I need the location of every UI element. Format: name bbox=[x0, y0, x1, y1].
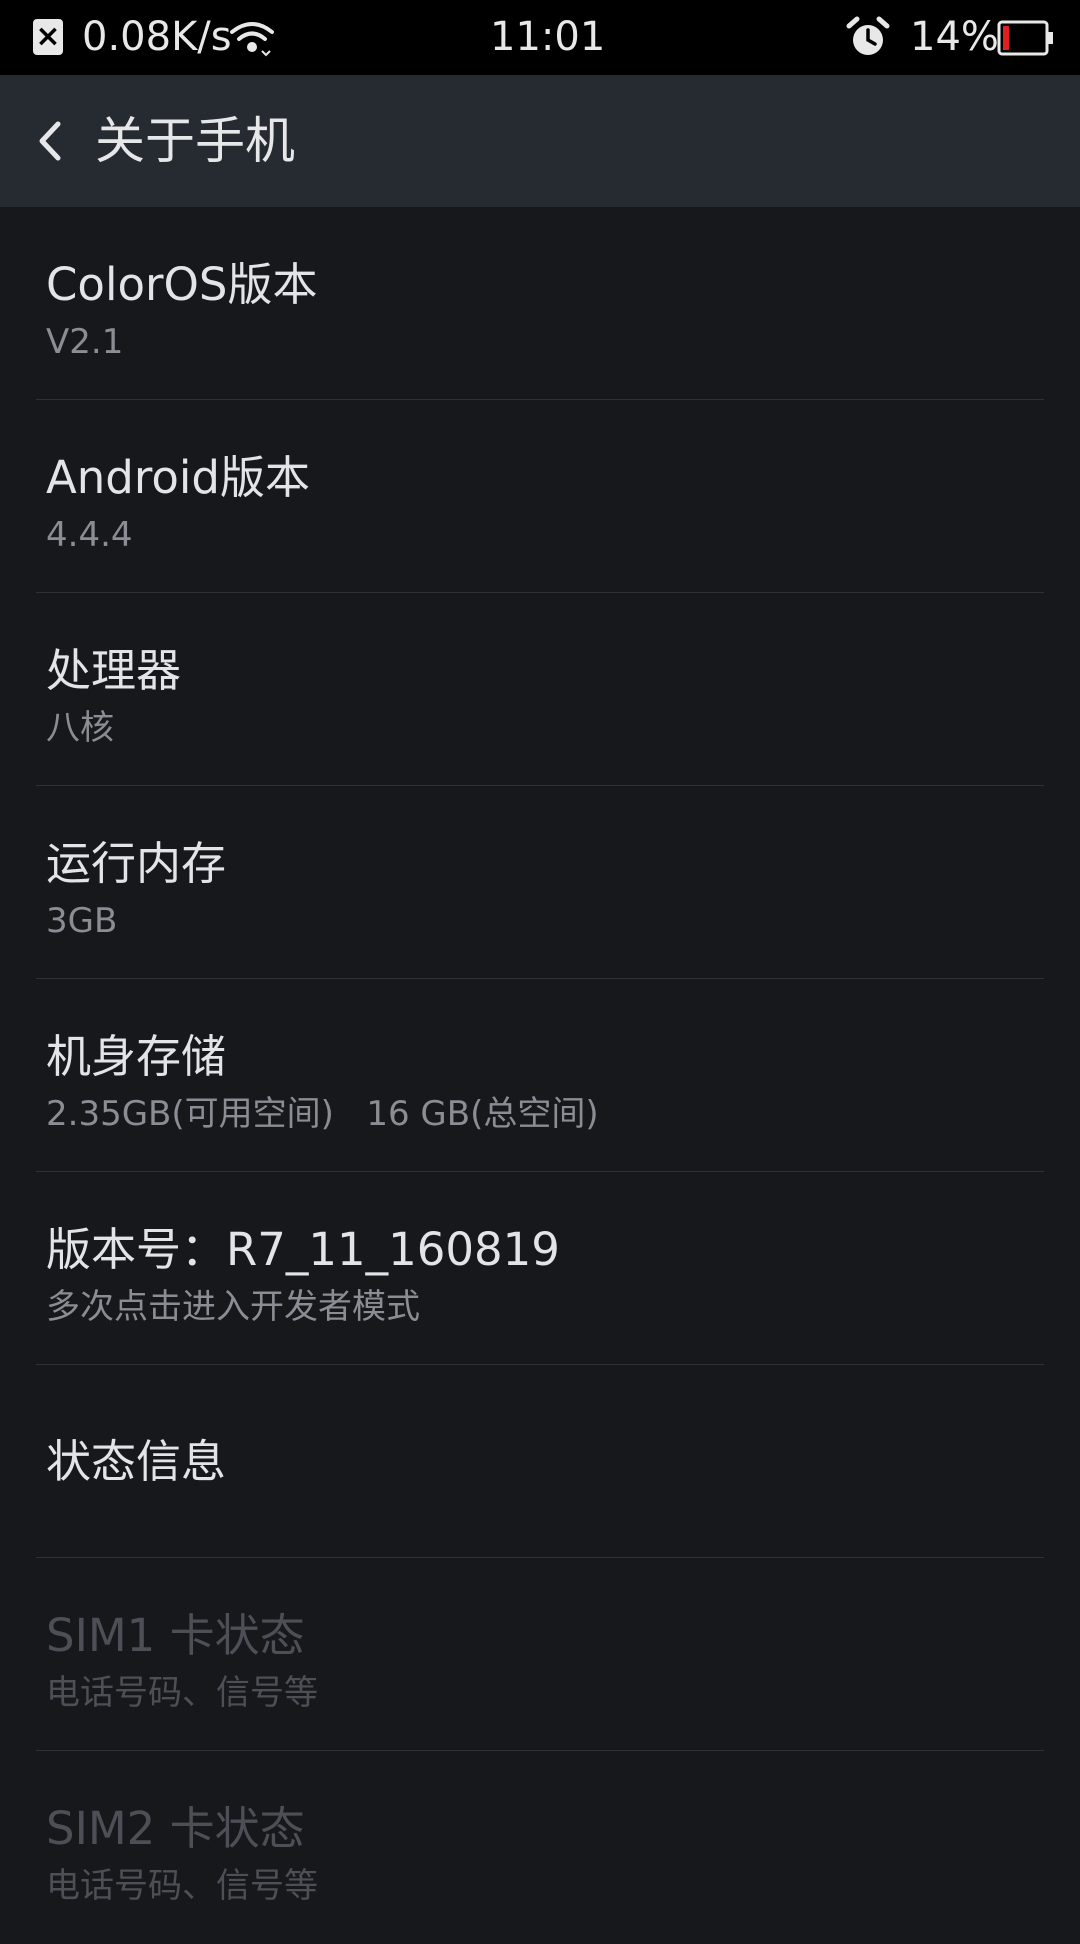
close-notification-icon: × bbox=[33, 19, 63, 55]
list-item-coloros-version[interactable]: ColorOS版本 V2.1 bbox=[0, 207, 1080, 400]
net-speed: 0.08K/s bbox=[82, 14, 232, 60]
item-title: 状态信息 bbox=[46, 1435, 227, 1488]
item-title: 机身存储 bbox=[46, 1030, 227, 1083]
item-title: ColorOS版本 bbox=[46, 258, 318, 311]
list-item-storage[interactable]: 机身存储 2.35GB(可用空间) 16 GB(总空间) bbox=[0, 979, 1080, 1172]
list-item-status-info[interactable]: 状态信息 bbox=[0, 1365, 1080, 1558]
item-subtitle: 八核 bbox=[46, 708, 114, 748]
battery-fill bbox=[1003, 26, 1009, 50]
item-title: 处理器 bbox=[46, 644, 182, 697]
alarm-icon bbox=[846, 16, 890, 55]
item-title: Android版本 bbox=[46, 451, 310, 504]
battery-icon bbox=[997, 20, 1053, 56]
back-button[interactable] bbox=[22, 105, 92, 177]
list-item-sim2-status[interactable]: SIM2 卡状态 电话号码、信号等 bbox=[0, 1751, 1080, 1944]
item-title: SIM1 卡状态 bbox=[46, 1609, 305, 1662]
item-subtitle: 3GB bbox=[46, 901, 118, 941]
item-subtitle: 电话号码、信号等 bbox=[46, 1673, 318, 1713]
item-title: 运行内存 bbox=[46, 837, 227, 890]
item-subtitle: 2.35GB(可用空间) 16 GB(总空间) bbox=[46, 1094, 599, 1134]
item-subtitle: 多次点击进入开发者模式 bbox=[46, 1287, 420, 1327]
list-item-build-number[interactable]: 版本号：R7_11_160819 多次点击进入开发者模式 bbox=[0, 1172, 1080, 1365]
battery-percent: 14% bbox=[910, 14, 999, 60]
chevron-left-icon bbox=[39, 121, 61, 161]
clock: 11:01 bbox=[490, 14, 606, 60]
app-bar: 关于手机 bbox=[0, 75, 1080, 207]
item-title: 版本号：R7_11_160819 bbox=[46, 1223, 560, 1276]
list-item-android-version[interactable]: Android版本 4.4.4 bbox=[0, 400, 1080, 593]
list-item-sim1-status[interactable]: SIM1 卡状态 电话号码、信号等 bbox=[0, 1558, 1080, 1751]
wifi-icon bbox=[230, 22, 274, 57]
item-subtitle: V2.1 bbox=[46, 322, 124, 362]
item-title: SIM2 卡状态 bbox=[46, 1802, 305, 1855]
item-subtitle: 4.4.4 bbox=[46, 515, 133, 555]
list-item-ram[interactable]: 运行内存 3GB bbox=[0, 786, 1080, 979]
settings-list: ColorOS版本 V2.1 Android版本 4.4.4 处理器 八核 运行… bbox=[0, 207, 1080, 1944]
status-bar: × 0.08K/s 11:01 14% bbox=[0, 0, 1080, 75]
list-item-processor[interactable]: 处理器 八核 bbox=[0, 593, 1080, 786]
item-subtitle: 电话号码、信号等 bbox=[46, 1866, 318, 1906]
page-title: 关于手机 bbox=[95, 112, 295, 170]
